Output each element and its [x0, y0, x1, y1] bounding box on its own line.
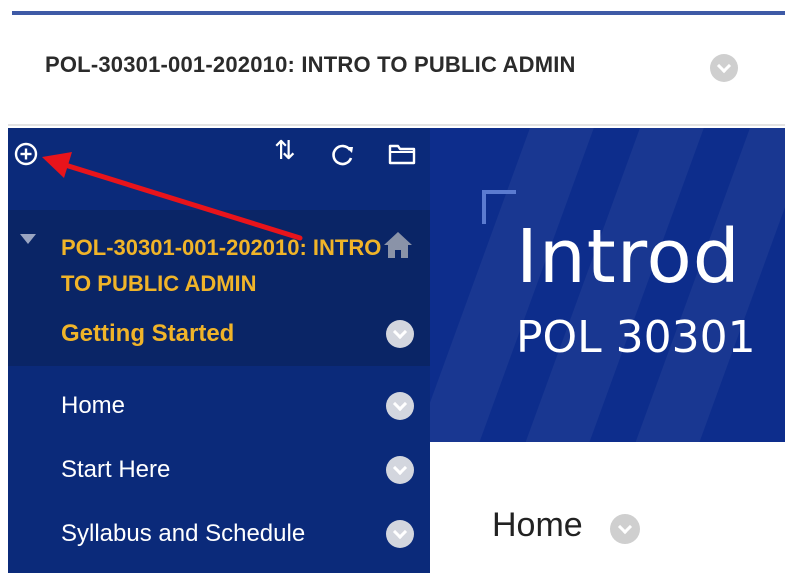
sidebar-toolbar: ⇅ — [8, 128, 430, 210]
chevron-down-icon — [392, 396, 408, 412]
course-header: POL-30301-001-202010: INTRO TO PUBLIC AD… — [8, 16, 785, 126]
menu-item-start-here[interactable]: Start Here — [8, 438, 430, 502]
reorder-arrows-icon[interactable]: ⇅ — [274, 138, 296, 164]
course-title: POL-30301-001-202010: INTRO TO PUBLIC AD… — [45, 52, 576, 77]
window-top-edge — [0, 0, 785, 16]
banner-subtitle: POL 30301 — [516, 312, 756, 363]
content-area: Home — [430, 442, 785, 573]
item-options-button[interactable] — [386, 456, 414, 484]
plus-circle-icon[interactable] — [14, 142, 38, 166]
menu-item-home[interactable]: Home — [8, 374, 430, 438]
chevron-down-icon — [392, 460, 408, 476]
chevron-down-icon — [617, 519, 633, 535]
chevron-down-icon — [716, 58, 732, 74]
course-banner: Introd POL 30301 — [430, 128, 785, 442]
refresh-icon[interactable] — [330, 142, 356, 168]
collapse-caret-icon[interactable] — [20, 234, 36, 244]
menu-item-getting-started[interactable]: Getting Started — [8, 302, 430, 366]
item-options-button[interactable] — [386, 520, 414, 548]
item-options-button[interactable] — [386, 320, 414, 348]
folder-icon[interactable] — [388, 142, 416, 166]
item-options-button[interactable] — [386, 392, 414, 420]
menu-item-syllabus[interactable]: Syllabus and Schedule — [8, 502, 430, 566]
chevron-down-icon — [392, 524, 408, 540]
course-menu-sidebar: ⇅ POL-30301-001-202010: INTRO TO PUBLIC … — [8, 128, 430, 573]
app-frame: POL-30301-001-202010: INTRO TO PUBLIC AD… — [0, 0, 785, 573]
banner-title: Introd — [516, 214, 741, 300]
menu-item-label: Getting Started — [61, 320, 235, 347]
window-left-edge — [0, 0, 8, 573]
menu-item-label: Home — [61, 392, 126, 419]
chevron-down-icon — [392, 324, 408, 340]
menu-item-label: Syllabus and Schedule — [61, 520, 306, 547]
course-options-button[interactable] — [710, 54, 738, 82]
page-title: Home — [492, 506, 583, 544]
banner-bracket — [482, 190, 516, 224]
course-menu-title[interactable]: POL-30301-001-202010: INTRO TO PUBLIC AD… — [61, 230, 401, 302]
menu-item-label: Start Here — [61, 456, 171, 483]
page-options-button[interactable] — [610, 514, 640, 544]
window-top-border — [12, 11, 785, 15]
home-icon[interactable] — [382, 230, 414, 260]
course-menu-header: POL-30301-001-202010: INTRO TO PUBLIC AD… — [8, 210, 430, 302]
